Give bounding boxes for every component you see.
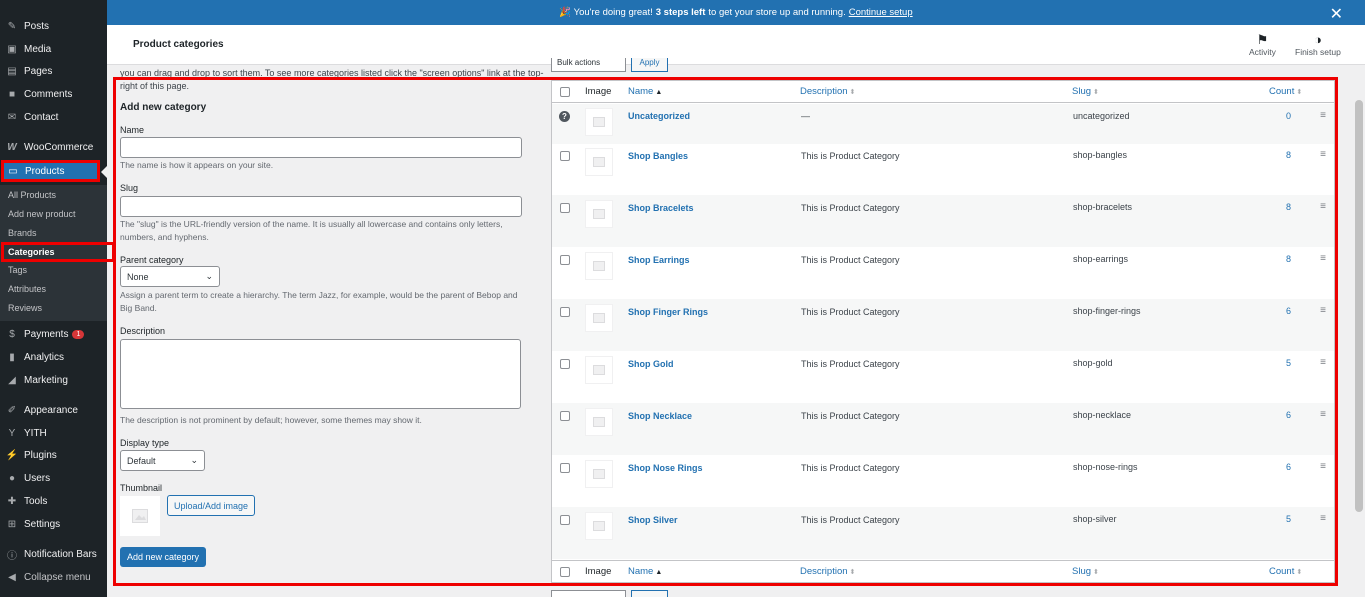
sidebar-item-comments[interactable]: ■ Comments <box>0 84 107 104</box>
submenu-tags[interactable]: Tags <box>8 265 27 275</box>
setup-notice-bar: 🎉 You're doing great! 3 steps left to ge… <box>107 0 1365 25</box>
admin-sidebar: ✎ Posts ▣ Media ▤ Pages ■ Comments ✉ Contact … <box>0 0 115 597</box>
page-header: Product categories ⚑ Activity ◑ Finish s… <box>107 25 1365 65</box>
megaphone-icon: ◢ <box>8 374 16 386</box>
apply-button[interactable]: Apply <box>631 58 668 72</box>
sidebar-item-posts[interactable]: ✎ Posts <box>0 16 107 36</box>
page-title: Product categories <box>133 39 224 50</box>
submenu-all-products[interactable]: All Products <box>8 190 56 200</box>
sidebar-item-marketing[interactable]: ◢ Marketing <box>0 370 107 390</box>
page-scrollbar[interactable] <box>1355 100 1363 512</box>
apply-button-bottom[interactable] <box>631 590 668 597</box>
info-icon: ⓘ <box>7 550 17 562</box>
sidebar-item-woocommerce[interactable]: W WooCommerce <box>0 137 107 157</box>
sidebar-item-settings[interactable]: ⊞ Settings <box>0 514 107 534</box>
submenu-attributes[interactable]: Attributes <box>8 284 46 294</box>
notice-text-middle: to get your store up and running. <box>708 7 846 18</box>
media-icon: ▣ <box>7 43 17 55</box>
plugin-icon: ⚡ <box>5 449 19 461</box>
settings-icon: ⊞ <box>7 518 17 530</box>
flag-icon: ⚑ <box>1256 32 1269 47</box>
users-icon: ● <box>8 472 16 484</box>
sidebar-item-contact[interactable]: ✉ Contact <box>0 107 107 127</box>
submenu-add-new-product[interactable]: Add new product <box>8 209 76 219</box>
payments-icon: $ <box>9 328 15 340</box>
bulk-actions-select[interactable]: Bulk actions <box>551 58 626 72</box>
sidebar-item-plugins[interactable]: ⚡ Plugins <box>0 445 107 465</box>
payments-badge: 1 <box>72 329 85 339</box>
comments-icon: ■ <box>8 88 16 100</box>
sidebar-item-users[interactable]: ● Users <box>0 468 107 488</box>
submenu-brands[interactable]: Brands <box>8 228 37 238</box>
mail-icon: ✉ <box>7 111 17 123</box>
sidebar-item-analytics[interactable]: ▮ Analytics <box>0 347 107 367</box>
sidebar-item-notification-bars[interactable]: ⓘ Notification Bars <box>0 544 107 564</box>
finish-setup-button[interactable]: ◑ Finish setup <box>1295 32 1341 57</box>
collapse-icon: ◀ <box>8 571 16 583</box>
progress-icon: ◑ <box>1313 32 1322 47</box>
notice-steps-left: 3 steps left <box>655 7 706 18</box>
yith-icon: Y <box>8 427 16 439</box>
sidebar-item-yith[interactable]: Y YITH <box>0 423 107 443</box>
wrench-icon: ✚ <box>7 495 17 507</box>
sidebar-item-pages[interactable]: ▤ Pages <box>0 61 107 81</box>
pin-icon: ✎ <box>7 20 17 32</box>
products-icon: ▭ <box>8 165 18 177</box>
products-submenu: All Products Add new product Brands Cate… <box>0 185 115 321</box>
current-menu-arrow <box>101 166 107 178</box>
sidebar-item-products[interactable]: ▭ Products <box>1 160 100 182</box>
bulk-actions-select-bottom[interactable] <box>551 590 626 597</box>
activity-button[interactable]: ⚑ Activity <box>1249 32 1276 57</box>
sidebar-item-tools[interactable]: ✚ Tools <box>0 491 107 511</box>
pages-icon: ▤ <box>7 65 17 77</box>
submenu-categories[interactable]: Categories <box>1 242 115 262</box>
highlight-frame <box>113 77 1338 586</box>
brush-icon: ✐ <box>7 404 17 416</box>
woo-icon: W <box>7 141 17 153</box>
collapse-menu-button[interactable]: ◀ Collapse menu <box>0 567 107 587</box>
continue-setup-link[interactable]: Continue setup <box>849 7 913 18</box>
submenu-reviews[interactable]: Reviews <box>8 303 42 313</box>
analytics-icon: ▮ <box>9 351 15 363</box>
sidebar-item-appearance[interactable]: ✐ Appearance <box>0 400 107 420</box>
sidebar-item-payments[interactable]: $ Payments 1 <box>0 324 107 344</box>
notice-text: 🎉 You're doing great! <box>559 7 653 18</box>
sidebar-item-media[interactable]: ▣ Media <box>0 39 107 59</box>
close-icon[interactable]: ✕ <box>1330 4 1343 24</box>
